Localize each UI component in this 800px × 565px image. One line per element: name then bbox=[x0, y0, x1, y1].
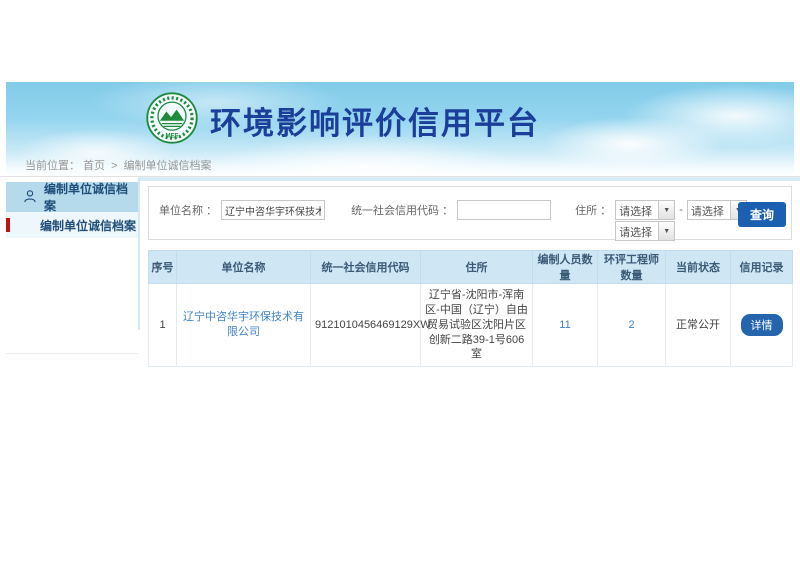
page: MEE 环境影响评价信用平台 当前位置：首页 > 编制单位诚信档案 编制单位诚信… bbox=[0, 0, 800, 565]
query-button[interactable]: 查询 bbox=[738, 202, 786, 227]
search-row: 单位名称 ： 统一社会信用代码 ： 住所 ： 请选择 ▼ 请选择 ▼ - bbox=[149, 200, 791, 220]
detail-button[interactable]: 详情 bbox=[741, 314, 783, 336]
table-header-row: 序号 单位名称 统一社会信用代码 住所 编制人员数量 环评工程师数量 当前状态 … bbox=[149, 251, 793, 284]
col-address: 住所 bbox=[421, 251, 533, 284]
cell-credit-record: 详情 bbox=[731, 284, 793, 367]
sidebar-section-header[interactable]: 编制单位诚信档案 bbox=[6, 182, 138, 212]
col-status: 当前状态 bbox=[666, 251, 731, 284]
sidebar-item-credit-archive[interactable]: 编制单位诚信档案 bbox=[6, 212, 138, 238]
col-staff-count: 编制人员数量 bbox=[533, 251, 598, 284]
sidebar-item-label: 编制单位诚信档案 bbox=[40, 217, 136, 234]
breadcrumb-home-link[interactable]: 首页 bbox=[83, 160, 105, 172]
credit-code-label: 统一社会信用代码 ： bbox=[351, 202, 453, 218]
cell-staff-count: 11 bbox=[533, 284, 598, 367]
cell-unit-name: 辽宁中咨华宇环保技术有限公司 bbox=[177, 284, 311, 367]
chevron-down-icon[interactable]: ▼ bbox=[658, 201, 674, 219]
unit-name-input[interactable] bbox=[221, 200, 325, 220]
sidebar-section-label: 编制单位诚信档案 bbox=[44, 180, 138, 214]
col-unit-name: 单位名称 bbox=[177, 251, 311, 284]
breadcrumb: 当前位置：首页 > 编制单位诚信档案 bbox=[25, 157, 215, 173]
page-title: 环境影响评价信用平台 bbox=[210, 98, 540, 143]
cell-status: 正常公开 bbox=[666, 284, 731, 367]
unit-name-label: 单位名称 ： bbox=[159, 202, 217, 218]
breadcrumb-current: 编制单位诚信档案 bbox=[124, 160, 212, 172]
engineer-count-link[interactable]: 2 bbox=[628, 319, 634, 331]
district-select[interactable]: 请选择 ▼ bbox=[615, 221, 675, 241]
province-select-value: 请选择 bbox=[616, 201, 658, 219]
dash-separator: - bbox=[679, 204, 683, 216]
brand: MEE 环境影响评价信用平台 bbox=[144, 90, 540, 151]
mee-logo-icon: MEE bbox=[144, 90, 200, 151]
province-select[interactable]: 请选择 ▼ bbox=[615, 200, 675, 220]
address-label: 住所 ： bbox=[575, 202, 611, 218]
col-engineer-count: 环评工程师数量 bbox=[598, 251, 666, 284]
col-credit-code: 统一社会信用代码 bbox=[311, 251, 421, 284]
credit-code-input[interactable] bbox=[457, 200, 551, 220]
staff-count-link[interactable]: 11 bbox=[559, 319, 570, 331]
cell-engineer-count: 2 bbox=[598, 284, 666, 367]
header-banner: MEE 环境影响评价信用平台 当前位置：首页 > 编制单位诚信档案 bbox=[6, 82, 794, 176]
content-top-strip bbox=[140, 177, 800, 181]
breadcrumb-prefix: 当前位置： bbox=[25, 160, 80, 172]
user-icon bbox=[23, 189, 37, 206]
sidebar: 编制单位诚信档案 编制单位诚信档案 bbox=[6, 182, 138, 354]
svg-text:MEE: MEE bbox=[165, 134, 178, 140]
result-table: 序号 单位名称 统一社会信用代码 住所 编制人员数量 环评工程师数量 当前状态 … bbox=[148, 250, 793, 367]
cell-address: 辽宁省-沈阳市-浑南区-中国（辽宁）自由贸易试验区沈阳片区创新二路39-1号60… bbox=[421, 284, 533, 367]
address-select-stack: 请选择 ▼ 请选择 ▼ bbox=[615, 200, 675, 220]
cell-index: 1 bbox=[149, 284, 177, 367]
chevron-down-icon[interactable]: ▼ bbox=[658, 222, 674, 240]
active-marker bbox=[6, 218, 10, 232]
col-index: 序号 bbox=[149, 251, 177, 284]
col-credit-record: 信用记录 bbox=[731, 251, 793, 284]
city-select-value: 请选择 bbox=[688, 201, 730, 219]
table-row: 1 辽宁中咨华宇环保技术有限公司 9121010456469129XW 辽宁省-… bbox=[149, 284, 793, 367]
main-content: 单位名称 ： 统一社会信用代码 ： 住所 ： 请选择 ▼ 请选择 ▼ - bbox=[148, 186, 792, 367]
search-panel: 单位名称 ： 统一社会信用代码 ： 住所 ： 请选择 ▼ 请选择 ▼ - bbox=[148, 186, 792, 240]
breadcrumb-separator: > bbox=[111, 160, 117, 172]
cell-credit-code: 9121010456469129XW bbox=[311, 284, 421, 367]
unit-name-link[interactable]: 辽宁中咨华宇环保技术有限公司 bbox=[183, 311, 304, 338]
sidebar-separator bbox=[138, 177, 140, 330]
district-select-value: 请选择 bbox=[616, 222, 658, 240]
